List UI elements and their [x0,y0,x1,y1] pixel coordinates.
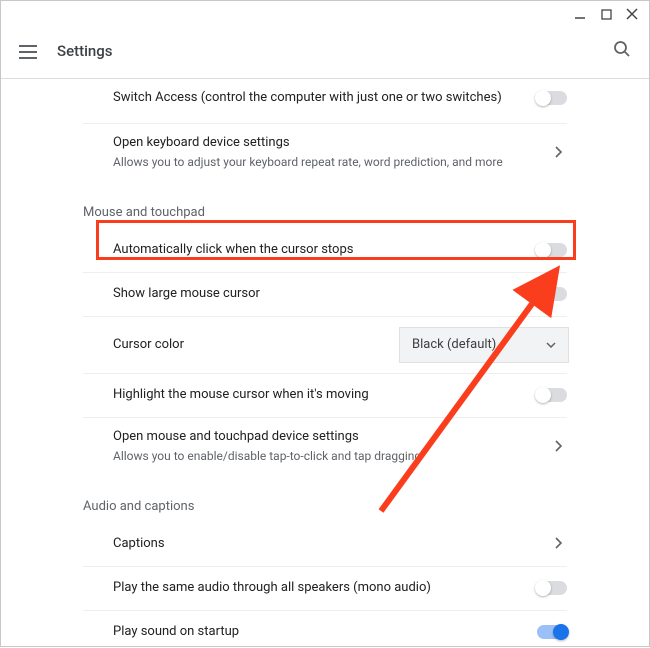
switch-access-toggle[interactable] [537,91,567,105]
startup-sound-toggle[interactable] [537,625,567,639]
minimize-icon[interactable] [573,7,587,21]
open-keyboard-label: Open keyboard device settings [113,134,551,152]
row-autoclick[interactable]: Automatically click when the cursor stop… [83,228,567,272]
row-switch-access[interactable]: Switch Access (control the computer with… [83,79,567,123]
open-keyboard-sub: Allows you to adjust your keyboard repea… [113,154,551,171]
menu-icon[interactable] [19,44,39,58]
row-cursor-color: Cursor color Black (default) [83,316,567,373]
mono-audio-label: Play the same audio through all speakers… [113,579,537,597]
section-mouse-title: Mouse and touchpad [83,205,567,220]
open-mouse-label: Open mouse and touchpad device settings [113,428,551,446]
chevron-right-icon [551,143,567,162]
chevron-right-icon [551,437,567,456]
search-icon[interactable] [613,40,631,62]
autoclick-label: Automatically click when the cursor stop… [113,241,537,259]
large-cursor-toggle[interactable] [537,287,567,301]
row-startup-sound[interactable]: Play sound on startup [83,610,567,644]
row-captions[interactable]: Captions [83,522,567,566]
startup-sound-label: Play sound on startup [113,623,537,641]
maximize-icon[interactable] [599,7,613,21]
row-open-keyboard-settings[interactable]: Open keyboard device settings Allows you… [83,123,567,181]
highlight-cursor-toggle[interactable] [537,388,567,402]
content: Switch Access (control the computer with… [1,79,649,644]
page-title: Settings [57,42,113,60]
close-icon[interactable] [625,7,639,21]
section-audio-title: Audio and captions [83,499,567,514]
captions-label: Captions [113,535,551,553]
cursor-color-label: Cursor color [113,336,399,354]
chevron-right-icon [551,534,567,553]
header: Settings [1,23,649,79]
dropdown-arrow-icon [546,337,556,352]
row-highlight-cursor[interactable]: Highlight the mouse cursor when it's mov… [83,373,567,417]
large-cursor-label: Show large mouse cursor [113,285,537,303]
autoclick-toggle[interactable] [537,243,567,257]
highlight-cursor-label: Highlight the mouse cursor when it's mov… [113,386,537,404]
cursor-color-dropdown[interactable]: Black (default) [399,327,569,363]
row-mono-audio[interactable]: Play the same audio through all speakers… [83,566,567,610]
open-mouse-sub: Allows you to enable/disable tap-to-clic… [113,448,551,465]
row-open-mouse-settings[interactable]: Open mouse and touchpad device settings … [83,417,567,475]
mono-audio-toggle[interactable] [537,581,567,595]
cursor-color-value: Black (default) [412,337,496,352]
window-controls [573,7,639,21]
row-large-cursor[interactable]: Show large mouse cursor [83,272,567,316]
switch-access-label: Switch Access (control the computer with… [113,89,537,107]
